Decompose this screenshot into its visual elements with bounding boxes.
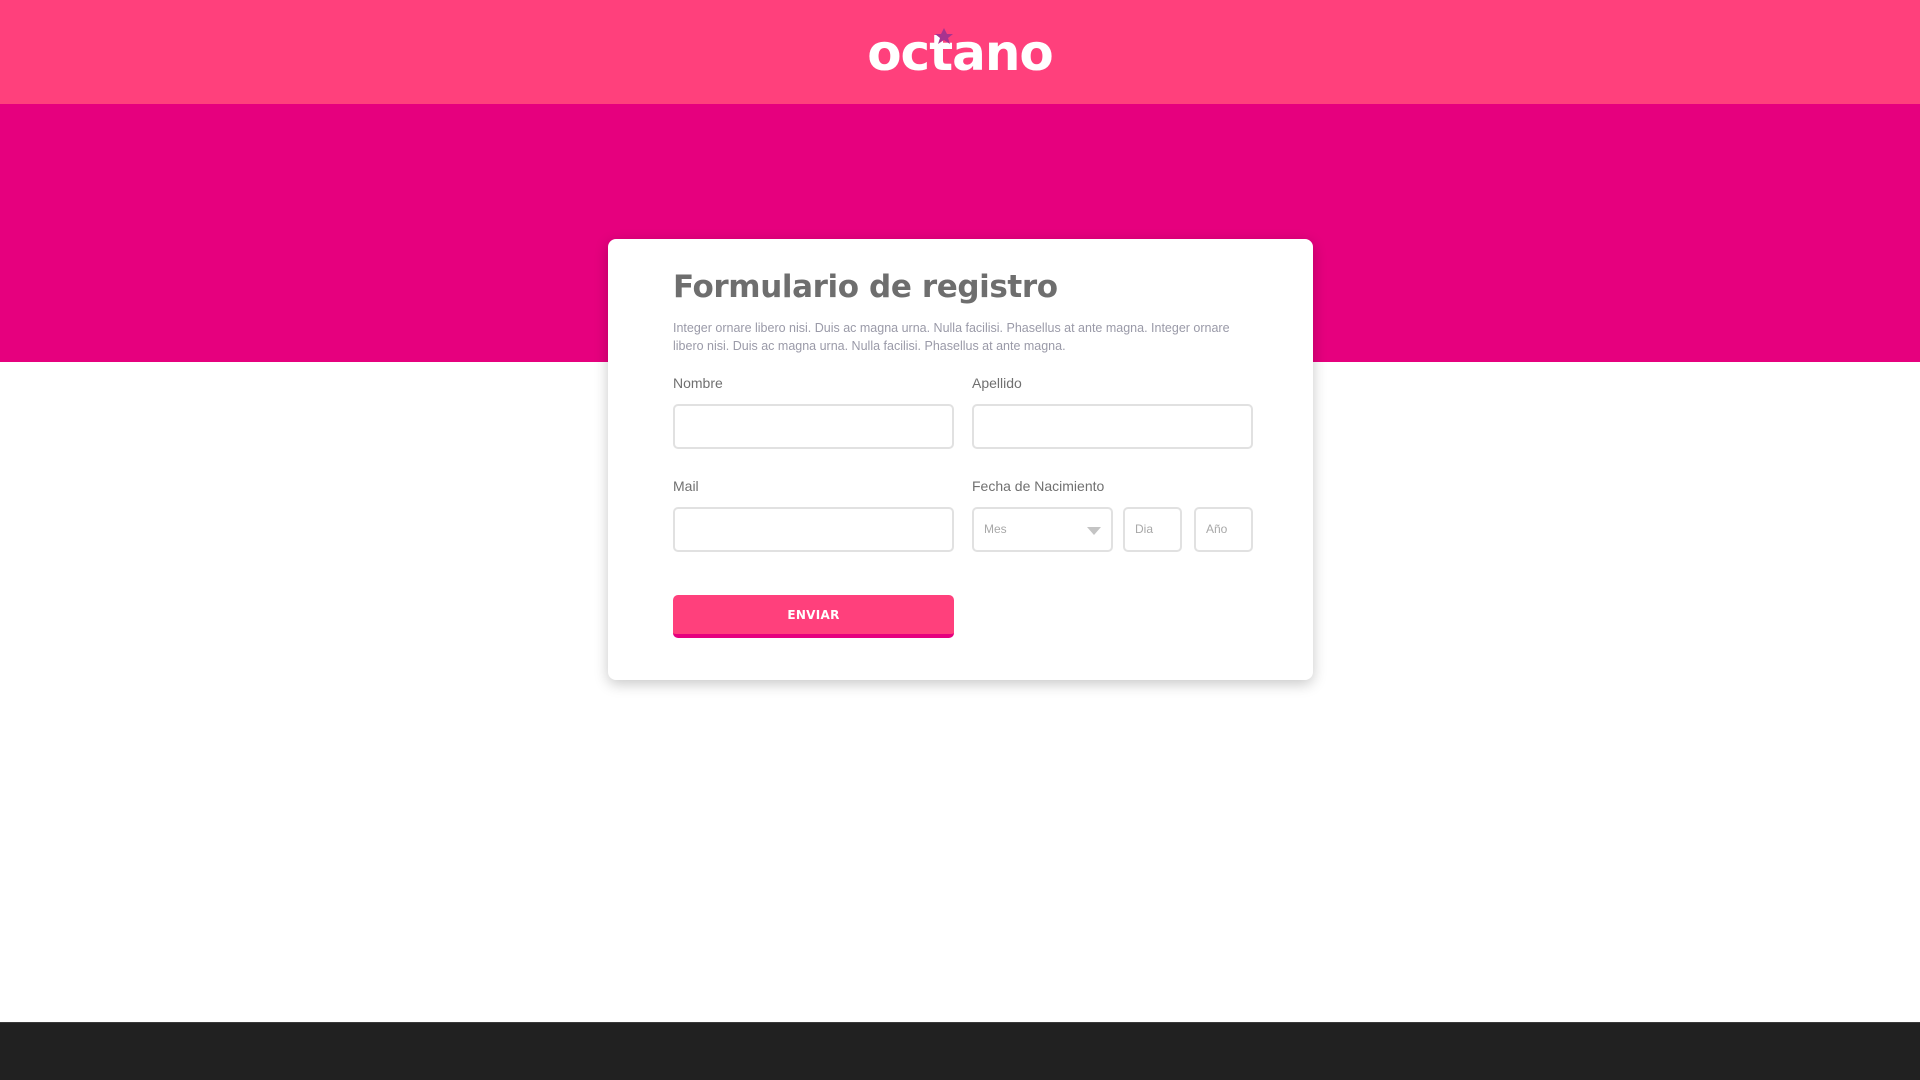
logo-text: octano — [867, 24, 1053, 82]
registration-card: Formulario de registro Integer ornare li… — [608, 239, 1313, 680]
name-row: Nombre Apellido — [673, 374, 1253, 454]
site-header: octano — [0, 0, 1920, 104]
mail-label: Mail — [673, 478, 699, 494]
apellido-field: Apellido — [972, 374, 1253, 449]
mail-input[interactable] — [673, 507, 954, 552]
year-placeholder: Año — [1206, 522, 1228, 536]
mail-field: Mail — [673, 477, 954, 552]
month-select[interactable]: Mes — [972, 507, 1113, 552]
day-placeholder: Dia — [1135, 522, 1154, 536]
form-description: Integer ornare libero nisi. Duis ac magn… — [673, 321, 1230, 353]
octano-logo[interactable]: octano — [840, 22, 1080, 82]
nombre-field: Nombre — [673, 374, 954, 449]
form-title: Formulario de registro — [673, 269, 1058, 305]
day-input[interactable]: Dia — [1123, 507, 1182, 552]
month-placeholder: Mes — [984, 522, 1007, 536]
birthdate-group: Mes Dia Año — [972, 507, 1253, 552]
site-footer — [0, 1022, 1920, 1080]
submit-button[interactable]: ENVIAR — [673, 595, 954, 638]
chevron-down-icon — [1087, 527, 1101, 535]
year-input[interactable]: Año — [1194, 507, 1253, 552]
apellido-input[interactable] — [972, 404, 1253, 449]
nombre-label: Nombre — [673, 375, 723, 391]
apellido-label: Apellido — [972, 375, 1022, 391]
contact-row: Mail Fecha de Nacimiento Mes Dia Año — [673, 477, 1253, 557]
birthdate-field: Fecha de Nacimiento Mes Dia Año — [972, 477, 1253, 552]
birthdate-label: Fecha de Nacimiento — [972, 478, 1105, 494]
nombre-input[interactable] — [673, 404, 954, 449]
